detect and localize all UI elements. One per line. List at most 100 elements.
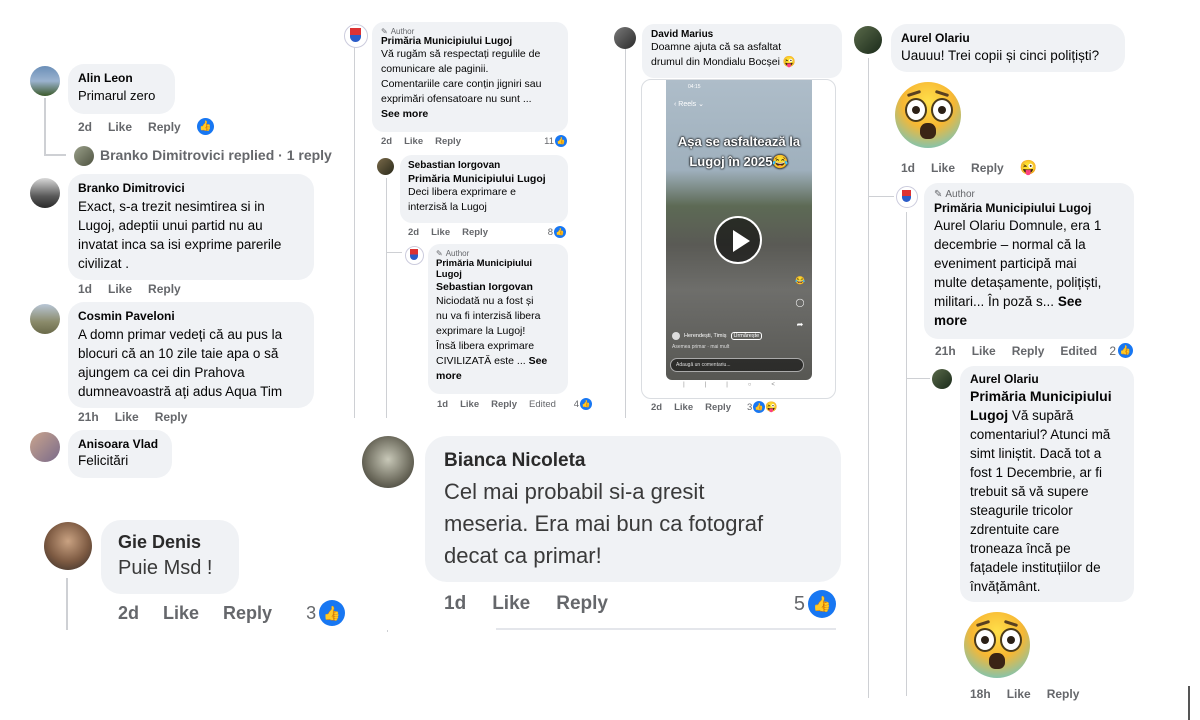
avatar[interactable]	[30, 304, 60, 334]
comment-author[interactable]: Primăria Municipiului Lugoj	[381, 36, 559, 47]
comment-icon[interactable]: ◯	[795, 292, 805, 314]
mention-link[interactable]: Lugoj	[970, 407, 1008, 423]
video-frame[interactable]: 04:15 ‹ Reels ⌄ Așa se asfaltează la Lug…	[666, 80, 812, 380]
mention-link[interactable]: Primăria Municipiului Lugoj	[408, 173, 560, 185]
like-button[interactable]: Like	[431, 227, 450, 238]
reply-button[interactable]: Reply	[705, 402, 731, 413]
comment-author[interactable]: Anisoara Vlad	[78, 437, 162, 451]
timestamp[interactable]: 21h	[78, 410, 99, 424]
play-button[interactable]	[714, 216, 762, 264]
timestamp[interactable]: 1d	[437, 399, 448, 410]
laugh-reaction-icon[interactable]: 😜	[1020, 159, 1037, 176]
avatar[interactable]	[362, 436, 414, 488]
reaction-count[interactable]: 2 👍	[1109, 343, 1133, 358]
timestamp[interactable]: 1d	[78, 282, 92, 296]
comment-author[interactable]: Sebastian Iorgovan	[408, 160, 560, 171]
view-replies-link[interactable]: Branko Dimitrovici replied · 1 reply	[100, 147, 332, 163]
reply-button[interactable]: Reply	[1047, 687, 1080, 701]
reply-button[interactable]: Reply	[491, 399, 517, 410]
like-button[interactable]: Like	[163, 603, 199, 624]
comment-author[interactable]: Alin Leon	[78, 71, 165, 85]
back-button[interactable]: ‹ Reels ⌄	[674, 100, 704, 108]
primaria-logo-avatar[interactable]	[344, 24, 368, 48]
reply-button[interactable]: Reply	[556, 593, 608, 615]
comment-author[interactable]: Gie Denis	[118, 532, 222, 553]
like-button[interactable]: Like	[115, 410, 139, 424]
author-badge: ✎ Author	[934, 189, 1124, 200]
like-button[interactable]: Like	[404, 136, 423, 147]
see-more-link[interactable]: See	[1058, 294, 1082, 309]
comment-author[interactable]: David Marius	[651, 29, 833, 40]
see-more-link[interactable]: more	[934, 311, 1124, 330]
comment-input[interactable]: Adaugă un comentariu...	[670, 358, 804, 372]
timestamp[interactable]: 2d	[408, 227, 419, 238]
reply-button[interactable]: Reply	[971, 161, 1004, 175]
timestamp[interactable]: 1d	[901, 161, 915, 175]
reel-caption: Asemea primar · mai mult	[672, 344, 730, 350]
see-more-link[interactable]: more	[436, 369, 560, 384]
avatar[interactable]	[932, 369, 952, 389]
timestamp[interactable]: 2d	[78, 120, 92, 134]
like-button[interactable]: Like	[674, 402, 693, 413]
like-button[interactable]: Like	[108, 282, 132, 296]
avatar[interactable]	[377, 158, 394, 175]
comment-bubble: Aurel Olariu Uauuu! Trei copii și cinci …	[891, 24, 1125, 72]
mention-link[interactable]: Primăria Municipiului	[970, 387, 1124, 406]
reply-button[interactable]: Reply	[1012, 344, 1045, 358]
comment-author[interactable]: Bianca Nicoleta	[444, 450, 822, 472]
like-button[interactable]: Like	[972, 344, 996, 358]
thread-line	[625, 48, 626, 418]
avatar[interactable]	[44, 522, 92, 570]
avatar[interactable]	[854, 26, 882, 54]
timestamp[interactable]: 21h	[935, 344, 956, 358]
primaria-logo-avatar[interactable]	[896, 186, 918, 208]
reply-button[interactable]: Reply	[223, 603, 272, 624]
text-line: exprimări ofensatoare nu sunt ...	[381, 93, 532, 105]
timestamp[interactable]: 18h	[970, 687, 991, 701]
comment-author[interactable]: Branko Dimitrovici	[78, 181, 304, 195]
reaction-icon[interactable]: 😂	[795, 270, 805, 292]
text-line: eveniment participă mai	[934, 256, 1077, 271]
reaction-count[interactable]: 3 👍 😜	[747, 401, 794, 413]
like-button[interactable]: Like	[108, 120, 132, 134]
see-more-link[interactable]: See more	[381, 107, 559, 122]
timestamp[interactable]: 2d	[118, 603, 139, 624]
comment-author[interactable]: Primăria Municipiului	[436, 258, 560, 269]
reaction-count[interactable]: 5 👍	[794, 590, 836, 618]
like-reaction-icon: 👍	[580, 398, 592, 410]
reply-button[interactable]: Reply	[148, 282, 181, 296]
primaria-logo-avatar[interactable]	[405, 246, 424, 265]
comment-author[interactable]: Aurel Olariu	[970, 372, 1124, 386]
comment-author[interactable]: Cosmin Paveloni	[78, 309, 304, 323]
like-button[interactable]: Like	[1007, 687, 1031, 701]
like-button[interactable]: Like	[460, 399, 479, 410]
reply-button[interactable]: Reply	[435, 136, 461, 147]
avatar[interactable]	[30, 432, 60, 462]
avatar[interactable]	[30, 66, 60, 96]
share-icon[interactable]: ➦	[795, 314, 805, 336]
avatar[interactable]	[30, 178, 60, 208]
text-line: ajungem ca cei din Prahova	[78, 365, 245, 380]
reply-button[interactable]: Reply	[462, 227, 488, 238]
like-button[interactable]: Like	[931, 161, 955, 175]
reaction-count[interactable]: 8 👍	[548, 226, 566, 238]
like-button[interactable]: Like	[492, 593, 530, 615]
follow-button[interactable]: Urmărește	[730, 332, 763, 340]
reaction-count[interactable]: 11 👍	[544, 135, 567, 147]
timestamp[interactable]: 2d	[651, 402, 662, 413]
see-more-link[interactable]: See	[529, 355, 548, 367]
comment-author[interactable]: Primăria Municipiului Lugoj	[934, 201, 1124, 215]
comment-author[interactable]: Lugoj	[436, 269, 560, 280]
avatar[interactable]	[672, 332, 680, 340]
avatar[interactable]	[614, 27, 636, 49]
reply-button[interactable]: Reply	[155, 410, 188, 424]
reaction-count[interactable]: 4 👍	[574, 398, 592, 410]
reply-button[interactable]: Reply	[148, 120, 181, 134]
comment-text: Deci libera exprimare e interzisă la Lug…	[408, 185, 560, 215]
timestamp[interactable]: 2d	[381, 136, 392, 147]
mention-link[interactable]: Sebastian Iorgovan	[436, 280, 560, 294]
timestamp[interactable]: 1d	[444, 593, 466, 615]
comment-author[interactable]: Aurel Olariu	[901, 31, 1115, 45]
reaction-count[interactable]: 3 👍	[306, 600, 346, 626]
video-attachment[interactable]: 04:15 ‹ Reels ⌄ Așa se asfaltează la Lug…	[641, 79, 836, 399]
